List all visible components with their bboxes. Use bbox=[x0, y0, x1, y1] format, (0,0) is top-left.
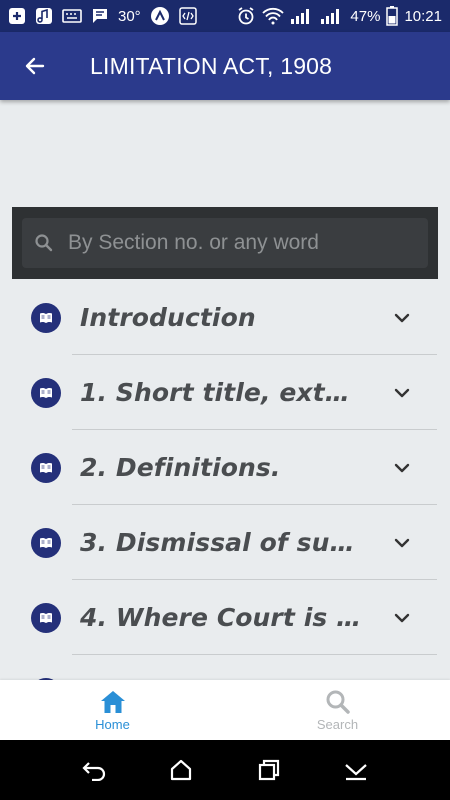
arrow-left-icon bbox=[25, 57, 45, 75]
search-container bbox=[12, 207, 438, 279]
home-icon bbox=[100, 690, 125, 713]
wifi-icon bbox=[262, 6, 285, 26]
chevron-down-icon bbox=[345, 764, 367, 781]
book-icon bbox=[31, 302, 61, 333]
battery-percent: 47% bbox=[350, 7, 381, 25]
chevron-down-icon[interactable] bbox=[391, 307, 413, 329]
book-icon bbox=[31, 527, 61, 558]
status-left: 30° bbox=[8, 6, 197, 26]
system-hide-keyboard-button[interactable] bbox=[336, 750, 376, 790]
system-recents-button[interactable] bbox=[249, 750, 289, 790]
nav-search[interactable]: Search bbox=[225, 680, 450, 740]
page-title: LIMITATION ACT, 1908 bbox=[90, 52, 333, 79]
status-right: 47% 10:21 bbox=[236, 6, 442, 26]
add-notification-icon bbox=[8, 6, 26, 26]
chevron-down-icon[interactable] bbox=[391, 607, 413, 629]
search-input[interactable] bbox=[68, 231, 428, 255]
search-icon bbox=[326, 690, 350, 714]
temperature-text: 30° bbox=[118, 7, 141, 25]
book-icon bbox=[31, 602, 61, 633]
nav-search-label: Search bbox=[316, 716, 359, 732]
back-arrow-icon bbox=[82, 762, 105, 781]
list-item-label: Introduction bbox=[80, 303, 256, 332]
search-icon bbox=[35, 234, 53, 252]
search-box bbox=[22, 218, 428, 268]
code-icon bbox=[178, 6, 197, 26]
message-icon bbox=[91, 6, 109, 26]
chevron-down-icon[interactable] bbox=[391, 532, 413, 554]
chevron-down-icon[interactable] bbox=[391, 457, 413, 479]
list-item-introduction[interactable]: Introduction bbox=[0, 280, 450, 355]
clock-text: 10:21 bbox=[404, 7, 442, 25]
list-item-section-2[interactable]: 2. Definitions. bbox=[0, 430, 450, 505]
book-icon bbox=[31, 377, 61, 408]
alarm-icon bbox=[236, 6, 256, 26]
signal-1-icon bbox=[290, 6, 314, 26]
list-item-section-1[interactable]: 1. Short title, extent and commencement. bbox=[0, 355, 450, 430]
music-icon bbox=[35, 6, 53, 26]
list-item-section-3[interactable]: 3. Dismissal of suit, etc., instituted, … bbox=[0, 505, 450, 580]
nav-home[interactable]: Home bbox=[0, 680, 225, 740]
app-a-icon bbox=[150, 6, 170, 26]
list-item-label: 2. Definitions. bbox=[80, 453, 281, 482]
battery-icon bbox=[386, 6, 399, 26]
back-button[interactable] bbox=[0, 32, 70, 100]
book-icon bbox=[31, 452, 61, 483]
keyboard-icon bbox=[62, 6, 82, 26]
list-item-section-4[interactable]: 4. Where Court is closed when period exp… bbox=[0, 580, 450, 655]
recents-icon bbox=[258, 759, 279, 781]
list-item-partial[interactable] bbox=[0, 655, 450, 680]
app-bar: LIMITATION ACT, 1908 bbox=[0, 32, 450, 100]
system-home-button[interactable] bbox=[161, 750, 201, 790]
bottom-nav: Home Search bbox=[0, 680, 450, 740]
status-bar: 30° 47% 10:21 bbox=[0, 0, 450, 32]
list-item-label: 3. Dismissal of suit, etc., instituted, … bbox=[80, 528, 362, 557]
list-item-label: 1. Short title, extent and commencement. bbox=[80, 378, 362, 407]
chevron-down-icon[interactable] bbox=[391, 382, 413, 404]
system-back-button[interactable] bbox=[74, 750, 114, 790]
home-outline-icon bbox=[171, 759, 192, 781]
system-nav-bar bbox=[0, 740, 450, 800]
nav-home-label: Home bbox=[95, 716, 130, 732]
list-item-label: 4. Where Court is closed when period exp… bbox=[80, 603, 362, 632]
screen: 30° 47% 10:21 LIMITATION ACT, 1908 By Se… bbox=[0, 0, 450, 800]
signal-2-icon bbox=[320, 6, 344, 26]
section-list: Introduction 1. Short title, extent and … bbox=[0, 280, 450, 680]
